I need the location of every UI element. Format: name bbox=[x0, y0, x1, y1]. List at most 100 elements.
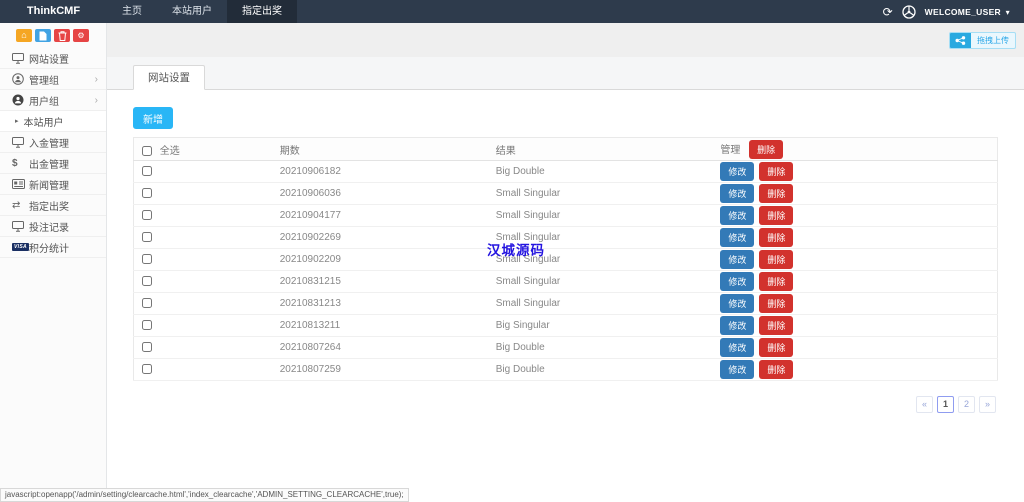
row-checkbox[interactable] bbox=[142, 364, 152, 375]
sidebar-item-assign-prize[interactable]: ⇄ 指定出奖 bbox=[0, 195, 106, 216]
user-circle-icon bbox=[12, 73, 29, 85]
sidebar-item-site-users[interactable]: ▸ 本站用户 bbox=[0, 111, 106, 132]
row-checkbox[interactable] bbox=[142, 320, 152, 331]
sidebar-quick-buttons: ⌂ ⚙ bbox=[0, 23, 106, 48]
nav-item-home[interactable]: 主页 bbox=[107, 0, 157, 23]
delete-button[interactable]: 删除 bbox=[759, 360, 794, 379]
delete-button[interactable]: 删除 bbox=[759, 206, 794, 225]
select-all-header: 全选 bbox=[133, 137, 272, 161]
row-checkbox[interactable] bbox=[142, 276, 152, 287]
file-icon[interactable] bbox=[35, 29, 51, 42]
result-cell: Big Singular bbox=[487, 314, 713, 337]
brand-logo[interactable]: ThinkCMF bbox=[0, 0, 107, 23]
sidebar-item-label: 管理组 bbox=[29, 75, 59, 87]
monitor-icon bbox=[12, 136, 29, 148]
delete-button[interactable]: 删除 bbox=[759, 272, 794, 291]
gear-icon[interactable]: ⚙ bbox=[73, 29, 89, 42]
period-header: 期数 bbox=[271, 137, 488, 161]
select-all-checkbox[interactable] bbox=[142, 145, 152, 156]
sidebar-item-withdraw[interactable]: $ 出金管理 bbox=[0, 153, 106, 174]
sidebar-item-label: 出金管理 bbox=[29, 159, 69, 171]
delete-button[interactable]: 删除 bbox=[759, 228, 794, 247]
row-checkbox[interactable] bbox=[142, 254, 152, 265]
result-header: 结果 bbox=[487, 137, 713, 161]
delete-button[interactable]: 删除 bbox=[759, 162, 794, 181]
upload-cluster-icon bbox=[950, 33, 971, 48]
table-row: 20210906182 Big Double 修改 删除 bbox=[133, 160, 998, 183]
nav-item-assign-prize[interactable]: 指定出奖 bbox=[227, 0, 297, 23]
row-checkbox[interactable] bbox=[142, 188, 152, 199]
navbar-right: ⟳ WELCOME_USER ▾ bbox=[883, 0, 1024, 23]
tab-site-settings[interactable]: 网站设置 bbox=[133, 65, 205, 90]
trash-icon[interactable] bbox=[54, 29, 70, 42]
result-cell: Small Singular bbox=[487, 226, 713, 249]
pagination: « 1 2 » bbox=[916, 396, 996, 413]
delete-button[interactable]: 删除 bbox=[759, 338, 794, 357]
edit-button[interactable]: 修改 bbox=[720, 316, 755, 335]
sidebar-item-user-group[interactable]: 用户组 › bbox=[0, 90, 106, 111]
nav-item-site-users[interactable]: 本站用户 bbox=[157, 0, 227, 23]
edit-button[interactable]: 修改 bbox=[720, 250, 755, 269]
pagination-prev[interactable]: « bbox=[916, 396, 933, 413]
delete-button[interactable]: 删除 bbox=[759, 294, 794, 313]
chevron-right-icon: › bbox=[94, 73, 98, 85]
pagination-next[interactable]: » bbox=[979, 396, 996, 413]
main-content: 新增 全选 期数 结果 管理 删除 20210906182 Big Double… bbox=[107, 90, 1024, 502]
edit-button[interactable]: 修改 bbox=[720, 360, 755, 379]
sidebar-item-site-settings[interactable]: 网站设置 bbox=[0, 48, 106, 69]
table-header-row: 全选 期数 结果 管理 删除 bbox=[133, 137, 998, 161]
bulk-delete-button[interactable]: 删除 bbox=[749, 139, 784, 159]
edit-button[interactable]: 修改 bbox=[720, 228, 755, 247]
username: WELCOME_USER bbox=[924, 6, 1001, 17]
row-checkbox[interactable] bbox=[142, 232, 152, 243]
row-checkbox[interactable] bbox=[142, 166, 152, 177]
caret-down-icon: ▾ bbox=[1005, 7, 1010, 17]
table-row: 20210831215 Small Singular 修改 删除 bbox=[133, 270, 998, 293]
pagination-page-1[interactable]: 1 bbox=[937, 396, 954, 413]
row-checkbox[interactable] bbox=[142, 342, 152, 353]
delete-button[interactable]: 删除 bbox=[759, 316, 794, 335]
sidebar-item-admin-group[interactable]: 管理组 › bbox=[0, 69, 106, 90]
manage-header: 管理 删除 bbox=[712, 137, 998, 161]
refresh-icon[interactable]: ⟳ bbox=[883, 6, 893, 18]
edit-button[interactable]: 修改 bbox=[720, 294, 755, 313]
tab-strip: 网站设置 bbox=[107, 57, 1024, 90]
sidebar-item-label: 本站用户 bbox=[23, 117, 64, 129]
table-row: 20210906036 Small Singular 修改 删除 bbox=[133, 182, 998, 205]
welcome-user-menu[interactable]: WELCOME_USER ▾ bbox=[925, 7, 1010, 17]
manage-label: 管理 bbox=[720, 144, 741, 156]
edit-button[interactable]: 修改 bbox=[720, 338, 755, 357]
sidebar-item-label: 网站设置 bbox=[29, 54, 69, 66]
edit-button[interactable]: 修改 bbox=[720, 272, 755, 291]
visa-icon: VISA bbox=[12, 243, 29, 251]
pagination-page-2[interactable]: 2 bbox=[958, 396, 975, 413]
period-cell: 20210904177 bbox=[271, 204, 488, 227]
add-button[interactable]: 新增 bbox=[133, 107, 173, 129]
sidebar-item-label: 投注记录 bbox=[29, 222, 69, 234]
table-row: 20210813211 Big Singular 修改 删除 bbox=[133, 314, 998, 337]
sidebar-item-points-stats[interactable]: VISA 积分统计 bbox=[0, 237, 106, 258]
sidebar-item-label: 入金管理 bbox=[29, 138, 69, 150]
period-cell: 20210807259 bbox=[271, 358, 488, 381]
sidebar-item-label: 用户组 bbox=[29, 96, 59, 108]
sidebar-item-news[interactable]: 新闻管理 bbox=[0, 174, 106, 195]
edit-button[interactable]: 修改 bbox=[720, 184, 755, 203]
avatar-icon[interactable] bbox=[902, 4, 916, 19]
delete-button[interactable]: 删除 bbox=[759, 250, 794, 269]
row-checkbox[interactable] bbox=[142, 298, 152, 309]
sidebar: ⌂ ⚙ 网站设置 管理组 › 用户组 › ▸ 本站用户 入金管理 $ 出金管理 … bbox=[0, 23, 107, 502]
monitor-icon bbox=[12, 52, 29, 64]
home-icon[interactable]: ⌂ bbox=[16, 29, 32, 42]
result-cell: Small Singular bbox=[487, 204, 713, 227]
toolbar-band: 拖拽上传 bbox=[107, 23, 1024, 57]
drag-upload-button[interactable]: 拖拽上传 bbox=[949, 32, 1016, 49]
delete-button[interactable]: 删除 bbox=[759, 184, 794, 203]
select-all-label: 全选 bbox=[159, 145, 180, 157]
edit-button[interactable]: 修改 bbox=[720, 206, 755, 225]
sidebar-item-bet-records[interactable]: 投注记录 bbox=[0, 216, 106, 237]
row-checkbox[interactable] bbox=[142, 210, 152, 221]
sidebar-item-label: 积分统计 bbox=[29, 243, 69, 255]
edit-button[interactable]: 修改 bbox=[720, 162, 755, 181]
upload-label: 拖拽上传 bbox=[977, 36, 1009, 45]
sidebar-item-deposit[interactable]: 入金管理 bbox=[0, 132, 106, 153]
